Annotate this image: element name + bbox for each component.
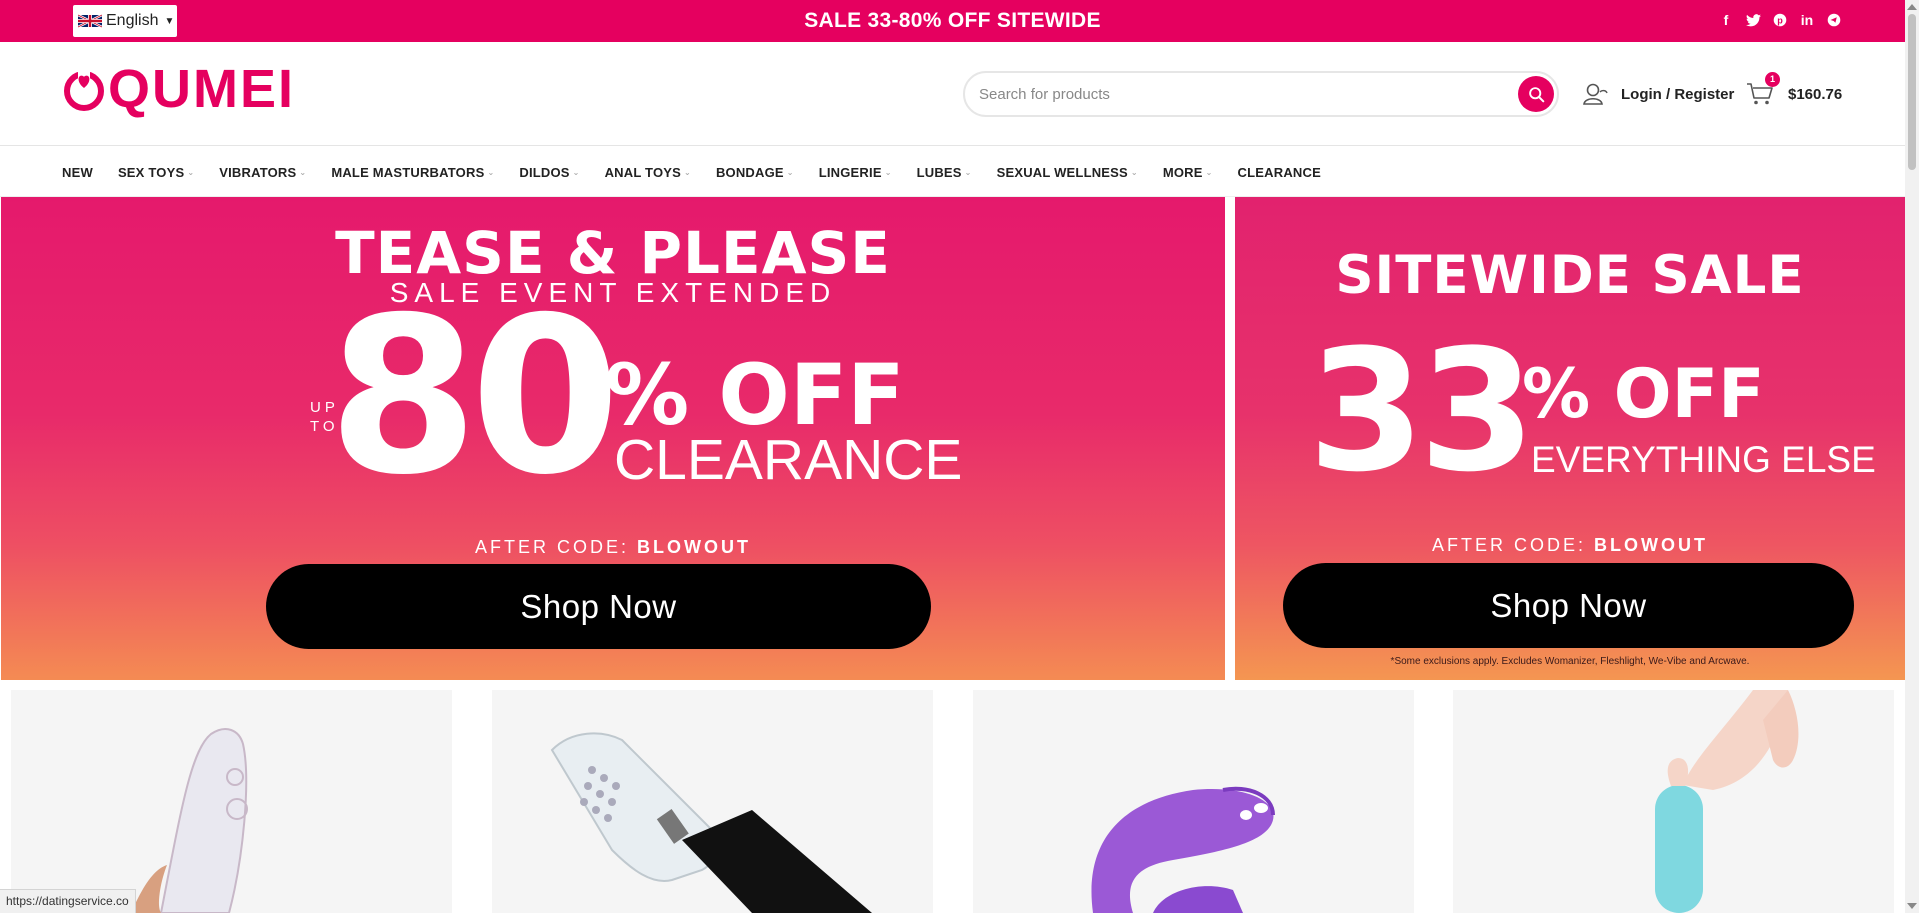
shop-now-button[interactable]: Shop Now	[266, 564, 931, 649]
linkedin-icon[interactable]: in	[1798, 11, 1816, 29]
nav-item-dildos[interactable]: DILDOS ⌄	[519, 165, 579, 180]
nav-item-sexual-wellness[interactable]: SEXUAL WELLNESS ⌄	[997, 165, 1138, 180]
chevron-down-icon: ⌄	[299, 167, 307, 177]
nav-item-lingerie[interactable]: LINGERIE ⌄	[819, 165, 892, 180]
account-label: Login / Register	[1621, 85, 1735, 103]
nav-item-label: VIBRATORS	[219, 164, 297, 180]
logo-text: QUMEI	[108, 59, 296, 119]
main-nav: NEW SEX TOYS ⌄ VIBRATORS ⌄ MALE MASTURBATORS ⌄…	[0, 147, 1905, 197]
nav-item-vibrators[interactable]: VIBRATORS ⌄	[219, 165, 306, 180]
promo-code: BLOWOUT	[637, 537, 751, 557]
code-prefix: AFTER CODE:	[474, 537, 629, 557]
exclusions-note: *Some exclusions apply. Excludes Womaniz…	[1390, 656, 1750, 667]
nav-item-label: MORE	[1162, 164, 1203, 180]
chevron-down-icon: ⌄	[572, 167, 580, 177]
nav-item-label: LUBES	[916, 164, 962, 180]
chevron-down-icon: ▼	[164, 15, 175, 27]
promo-code: BLOWOUT	[1594, 535, 1708, 555]
chevron-down-icon: ⌄	[1205, 167, 1213, 177]
nav-item-sex-toys[interactable]: SEX TOYS ⌄	[118, 165, 194, 180]
search-button[interactable]	[1518, 76, 1554, 112]
scroll-thumb[interactable]	[1908, 14, 1916, 170]
nav-item-new[interactable]: NEW	[62, 165, 93, 180]
banner-code-line: AFTER CODE: BLOWOUT	[1, 537, 1225, 558]
product-image	[1091, 786, 1275, 913]
nav-item-label: ANAL TOYS	[604, 164, 682, 180]
nav-item-label: DILDOS	[519, 164, 570, 180]
chevron-down-icon: ⌄	[487, 167, 495, 177]
user-icon	[1583, 83, 1608, 105]
chevron-down-icon: ⌄	[187, 167, 195, 177]
product-tile[interactable]	[973, 690, 1414, 913]
product-tile[interactable]	[492, 690, 933, 913]
nav-item-label: LINGERIE	[818, 164, 882, 180]
twitter-icon[interactable]	[1744, 11, 1762, 29]
language-label: English	[106, 12, 159, 29]
chevron-down-icon: ⌄	[684, 167, 691, 177]
site-logo[interactable]: QUMEI	[62, 59, 296, 119]
product-image	[131, 728, 248, 913]
pinterest-icon[interactable]: p	[1771, 11, 1789, 29]
clearance-banner[interactable]: TEASE & PLEASE SALE EVENT EXTENDED UP TO…	[1, 197, 1225, 680]
cart-icon-wrap: 1	[1746, 72, 1780, 106]
search-input[interactable]	[979, 73, 1499, 115]
product-tile[interactable]	[1453, 690, 1894, 913]
nav-item-male-masturbators[interactable]: MALE MASTURBATORS ⌄	[331, 165, 494, 180]
cart-total: $160.76	[1788, 85, 1843, 103]
scroll-down-arrow[interactable]	[1907, 903, 1917, 909]
facebook-icon[interactable]: f	[1717, 11, 1735, 29]
product-tile[interactable]	[11, 690, 452, 913]
nav-item-anal-toys[interactable]: ANAL TOYS ⌄	[605, 165, 691, 180]
shop-now-button[interactable]: Shop Now	[1283, 563, 1854, 648]
chevron-down-icon: ⌄	[884, 167, 892, 177]
banner-percent-off: % OFF	[1522, 355, 1765, 434]
svg-text:p: p	[1777, 16, 1783, 26]
logo-heart-icon	[64, 69, 104, 111]
banner-percent-number: 80	[328, 271, 621, 522]
banner-headline: SITEWIDE SALE	[1335, 245, 1805, 306]
banner-everything-label: EVERYTHING ELSE	[1531, 439, 1876, 480]
cart-count-badge: 1	[1765, 72, 1780, 87]
banner-subhead: SALE EVENT EXTENDED	[389, 277, 837, 308]
search-icon	[1528, 86, 1544, 102]
nav-item-label: SEX TOYS	[117, 164, 185, 180]
search-bar	[963, 71, 1559, 117]
nav-item-label: CLEARANCE	[1237, 164, 1321, 180]
telegram-icon[interactable]	[1825, 11, 1843, 29]
product-image	[550, 732, 872, 913]
language-selector[interactable]: English ▼	[73, 5, 177, 37]
chevron-down-icon: ⌄	[1130, 167, 1138, 177]
nav-item-bondage[interactable]: BONDAGE ⌄	[716, 165, 794, 180]
chevron-down-icon: ⌄	[786, 167, 794, 177]
chevron-down-icon: ⌄	[964, 167, 972, 177]
nav-item-label: BONDAGE	[715, 164, 784, 180]
site-header: QUMEI Login / Register 1 $160.76	[0, 42, 1905, 146]
nav-item-more[interactable]: MORE ⌄	[1163, 165, 1213, 180]
promo-text: SALE 33-80% OFF SITEWIDE	[804, 9, 1101, 32]
status-bar-url: https://datingservice.co	[0, 889, 136, 913]
nav-item-label: NEW	[62, 164, 93, 180]
nav-list: NEW SEX TOYS ⌄ VIBRATORS ⌄ MALE MASTURBATORS ⌄…	[62, 147, 1346, 197]
scroll-up-arrow[interactable]	[1907, 4, 1917, 10]
banner-code-line: AFTER CODE: BLOWOUT	[1235, 535, 1905, 556]
nav-item-lubes[interactable]: LUBES ⌄	[917, 165, 972, 180]
banner-percent-number: 33	[1308, 313, 1536, 509]
sitewide-sale-banner[interactable]: SITEWIDE SALE 33 % OFF EVERYTHING ELSE A…	[1235, 197, 1905, 680]
nav-item-label: MALE MASTURBATORS	[331, 164, 485, 180]
account-link[interactable]: Login / Register	[1583, 82, 1734, 106]
social-links: f p in	[1717, 11, 1843, 29]
page-scrollbar[interactable]	[1905, 0, 1919, 913]
top-promo-bar: English ▼ SALE 33-80% OFF SITEWIDE f p i…	[0, 0, 1905, 42]
cart-link[interactable]: 1 $160.76	[1746, 72, 1843, 106]
code-prefix: AFTER CODE:	[1431, 535, 1586, 555]
nav-item-clearance[interactable]: CLEARANCE	[1238, 165, 1321, 180]
banner-clearance-label: CLEARANCE	[614, 428, 963, 492]
nav-item-label: SEXUAL WELLNESS	[996, 164, 1128, 180]
product-image	[1655, 690, 1799, 913]
uk-flag-icon	[78, 13, 102, 29]
banner-percent-off: % OFF	[605, 346, 905, 444]
